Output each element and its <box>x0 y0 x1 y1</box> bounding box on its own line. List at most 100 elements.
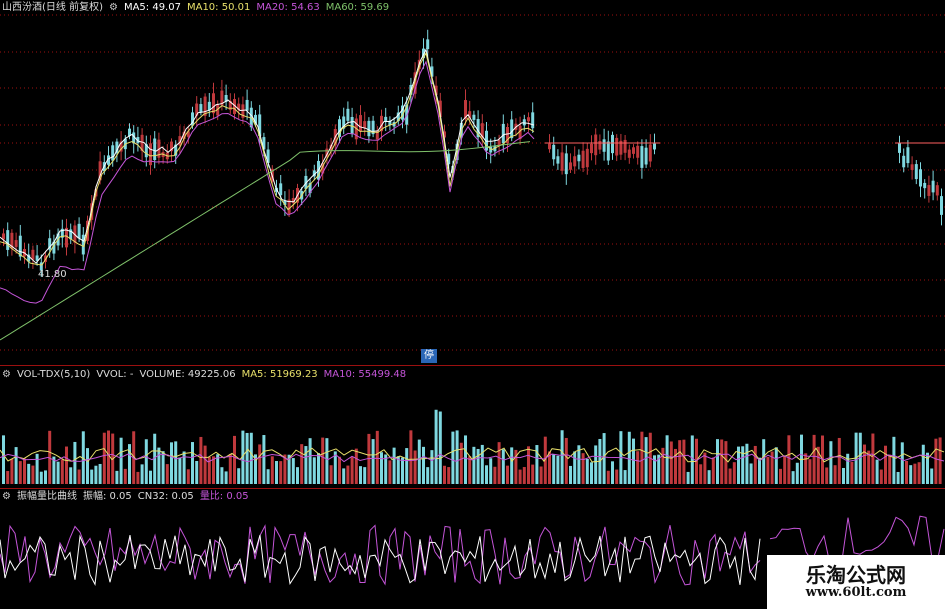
volume-bar <box>590 462 593 484</box>
volume-bar <box>766 456 770 484</box>
chart-canvas[interactable] <box>0 0 945 609</box>
suspension-badge: 停 <box>421 349 437 363</box>
amplitude-indicator-name[interactable]: 振幅量比曲线 <box>17 491 77 502</box>
volume-bar <box>497 442 501 484</box>
volume-bar <box>884 445 887 484</box>
volume-bar <box>468 456 472 484</box>
grid-lines <box>0 14 945 351</box>
volume-bar <box>14 447 18 484</box>
volume-bar <box>18 461 22 484</box>
candle-body <box>927 185 931 196</box>
volume-bar <box>627 431 631 484</box>
candle-body <box>212 93 215 114</box>
volume-bar <box>136 471 140 484</box>
volume-bar <box>812 434 816 484</box>
candle-body <box>644 147 648 165</box>
amplitude-readout: 振幅: 0.05 <box>82 491 132 502</box>
ma5-readout: MA5: 49.07 <box>123 2 181 13</box>
volume-bars <box>0 409 945 484</box>
candle-body <box>606 141 610 161</box>
volume-bar <box>934 438 938 484</box>
volume-bar <box>447 467 451 484</box>
price-panel-header: 山西汾酒(日线 前复权) ⚙ MA5: 49.07 MA10: 50.01 MA20: … <box>2 1 395 14</box>
volume-bar <box>233 435 236 484</box>
volume-bar <box>640 431 644 484</box>
volume-bar <box>573 451 577 484</box>
volume-bar <box>921 444 925 484</box>
volume-bar <box>661 447 665 484</box>
volume-bar <box>275 461 278 484</box>
candle-body <box>548 143 551 150</box>
volume-bar <box>644 437 648 484</box>
amplitude-divider <box>0 488 945 489</box>
volume-bar <box>279 461 283 484</box>
candle-body <box>611 134 614 154</box>
volume-bar <box>60 459 64 484</box>
candle-body <box>648 144 652 162</box>
volume-bar <box>522 467 526 484</box>
ratio-readout: 量比: 0.05 <box>199 491 249 502</box>
volume-bar <box>195 460 199 484</box>
volume-bar <box>842 467 845 484</box>
volume-bar <box>375 430 379 484</box>
volume-bar <box>417 439 421 484</box>
candle-body <box>632 147 635 154</box>
volume-bar <box>917 462 921 484</box>
volume-bar <box>741 446 745 484</box>
volume-bar <box>178 457 182 484</box>
volume-bar <box>2 435 5 484</box>
candle-body <box>531 112 535 129</box>
volume-bar <box>405 448 409 484</box>
gear-icon[interactable]: ⚙ <box>2 491 11 502</box>
candle-body <box>149 143 152 166</box>
cn32-readout: CN32: 0.05 <box>137 491 194 502</box>
vol-ma5-readout: MA5: 51969.23 <box>241 369 318 380</box>
vol-ma10-readout: MA10: 55499.48 <box>323 369 407 380</box>
volume-bar <box>501 449 505 484</box>
volume-bar <box>527 446 530 484</box>
volume-bar <box>829 441 833 484</box>
volume-bar <box>564 437 568 484</box>
volume-bar <box>90 469 94 484</box>
candle-body <box>552 144 556 160</box>
volume-bar <box>699 464 703 484</box>
volume-bar <box>426 467 430 484</box>
volume-bar <box>300 444 304 484</box>
volume-bar <box>724 441 728 484</box>
low-price-label: 41.80 <box>38 269 67 280</box>
volume-bar <box>489 458 493 484</box>
stock-chart-window[interactable]: 山西汾酒(日线 前复权) ⚙ MA5: 49.07 MA10: 50.01 MA20: … <box>0 0 945 609</box>
candle-body <box>199 104 203 113</box>
volume-bar <box>569 465 572 484</box>
volume-bar <box>711 457 715 484</box>
volume-bar <box>199 436 203 484</box>
gear-icon[interactable]: ⚙ <box>109 2 118 13</box>
candle-body <box>623 139 627 153</box>
volume-indicator-name[interactable]: VOL-TDX(5,10) <box>17 369 90 380</box>
volume-bar <box>707 470 711 484</box>
volume-bar <box>380 452 383 484</box>
volume-bar <box>258 444 262 484</box>
volume-bar <box>879 469 883 484</box>
candle-body <box>111 145 115 161</box>
volume-bar <box>913 463 917 484</box>
stock-title[interactable]: 山西汾酒(日线 前复权) <box>2 2 103 13</box>
volume-bar <box>476 448 480 484</box>
volume-bar <box>825 467 829 484</box>
candle-body <box>910 164 914 170</box>
volume-bar <box>762 439 766 484</box>
gear-icon[interactable]: ⚙ <box>2 369 11 380</box>
volume-bar <box>703 452 707 484</box>
candle-body <box>367 120 371 137</box>
candle-body <box>581 150 585 168</box>
volume-bar <box>833 465 837 484</box>
volume-bar <box>728 468 732 484</box>
volume-bar <box>123 468 127 484</box>
ratio-line <box>0 524 761 586</box>
volume-bar <box>27 463 31 484</box>
volume-bar <box>224 471 228 484</box>
volume-bar <box>107 430 110 484</box>
volume-bar <box>480 444 484 484</box>
volume-bar <box>56 461 60 484</box>
volume-bar <box>73 441 77 484</box>
